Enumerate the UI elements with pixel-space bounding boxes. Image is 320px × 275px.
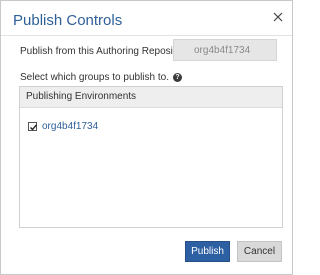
- publish-controls-dialog: Publish Controls Publish from this Autho…: [0, 0, 293, 275]
- cancel-button[interactable]: Cancel: [237, 241, 282, 262]
- title-divider: [1, 35, 292, 36]
- close-icon[interactable]: [272, 11, 284, 23]
- environments-header: Publishing Environments: [20, 87, 282, 108]
- groups-label: Select which groups to publish to. ?: [20, 72, 182, 83]
- repository-field[interactable]: [173, 39, 277, 61]
- publishing-environments-panel: Publishing Environments org4b4f1734: [19, 86, 283, 228]
- repository-label: Publish from this Authoring Repository:: [20, 46, 193, 57]
- environment-item[interactable]: org4b4f1734: [28, 121, 98, 132]
- groups-label-text: Select which groups to publish to.: [20, 72, 169, 83]
- publish-button[interactable]: Publish: [185, 241, 230, 262]
- environment-label: org4b4f1734: [42, 121, 99, 132]
- dialog-title: Publish Controls: [13, 12, 123, 29]
- environment-checkbox[interactable]: [28, 122, 38, 131]
- question-circle-icon[interactable]: ?: [172, 73, 182, 82]
